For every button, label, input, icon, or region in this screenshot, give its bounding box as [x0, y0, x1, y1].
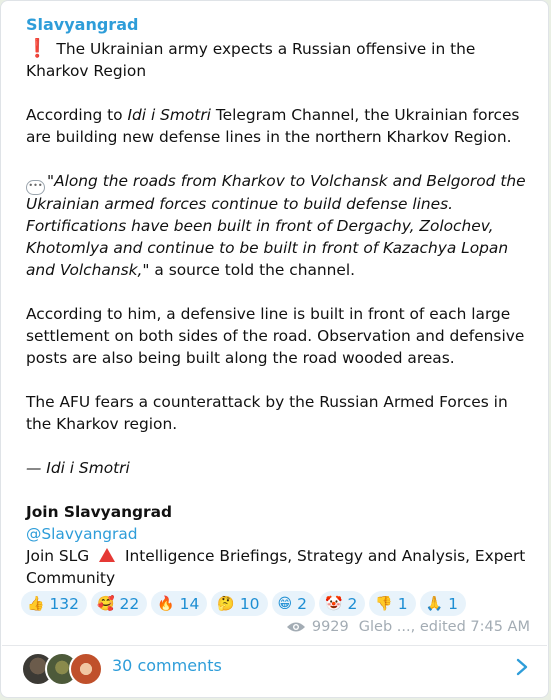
chevron-right-icon[interactable]	[516, 658, 528, 676]
avatar	[69, 652, 103, 686]
reactions-bar: 👍 132 🥰 22 🔥 14 🤔 10 😁 2 🤡 2 👎 1 🙏 1	[21, 591, 466, 616]
reaction-thumbs-up[interactable]: 👍 132	[21, 591, 88, 616]
paragraph-quote: ••• "Along the roads from Kharkov to Volc…	[26, 172, 526, 279]
reaction-pray[interactable]: 🙏 1	[419, 591, 466, 616]
speech-bubble-icon: •••	[26, 180, 45, 195]
paragraph-afu: The AFU fears a counterattack by the Rus…	[26, 393, 508, 433]
reaction-thinking[interactable]: 🤔 10	[211, 591, 268, 616]
reaction-smiling-hearts[interactable]: 🥰 22	[91, 591, 148, 616]
paragraph-source: According to Idi i Smotri Telegram Chann…	[26, 106, 520, 146]
join-title: Join Slavyangrad	[26, 503, 173, 521]
post-text: ❗ The Ukrainian army expects a Russian of…	[26, 38, 531, 589]
reaction-thumbs-down[interactable]: 👎 1	[369, 591, 416, 616]
paragraph-defense: According to him, a defensive line is bu…	[26, 305, 525, 367]
edited-time: edited 7:45 AM	[419, 619, 530, 635]
attribution: — Idi i Smotri	[26, 459, 130, 477]
channel-name[interactable]: Slavyangrad	[26, 14, 531, 36]
author-signature: Gleb ...	[358, 619, 411, 635]
message-meta: 9929 Gleb ..., edited 7:45 AM	[286, 619, 530, 635]
eye-icon	[286, 622, 305, 632]
reaction-clown[interactable]: 🤡 2	[319, 591, 366, 616]
join-description: Join SLG Intelligence Briefings, Strateg…	[26, 547, 526, 587]
fire-icon: 🔥	[157, 595, 175, 612]
source-name: Idi i Smotri	[127, 106, 211, 124]
message-content: Slavyangrad ❗ The Ukrainian army expects …	[26, 14, 531, 589]
join-handle-link[interactable]: @Slavyangrad	[26, 523, 531, 545]
smiling-hearts-icon: 🥰	[97, 595, 115, 612]
comments-label[interactable]: 30 comments	[112, 656, 222, 675]
exclamation-icon: ❗	[26, 38, 49, 59]
folded-hands-icon: 🙏	[425, 595, 444, 612]
grin-face-icon: 😁	[277, 595, 293, 612]
view-count: 9929	[311, 619, 349, 635]
thumbs-down-icon: 👎	[375, 595, 393, 612]
reaction-fire[interactable]: 🔥 14	[151, 591, 208, 616]
thumbs-up-icon: 👍	[27, 595, 45, 612]
thinking-face-icon: 🤔	[217, 595, 235, 612]
clown-face-icon: 🤡	[325, 595, 343, 612]
commenter-avatars	[21, 652, 105, 686]
headline: ❗ The Ukrainian army expects a Russian of…	[26, 38, 476, 80]
reaction-grin[interactable]: 😁 2	[271, 591, 316, 616]
red-triangle-icon	[99, 548, 116, 562]
comments-button[interactable]: 30 comments	[1, 646, 548, 698]
message-bubble: Slavyangrad ❗ The Ukrainian army expects …	[0, 0, 549, 698]
